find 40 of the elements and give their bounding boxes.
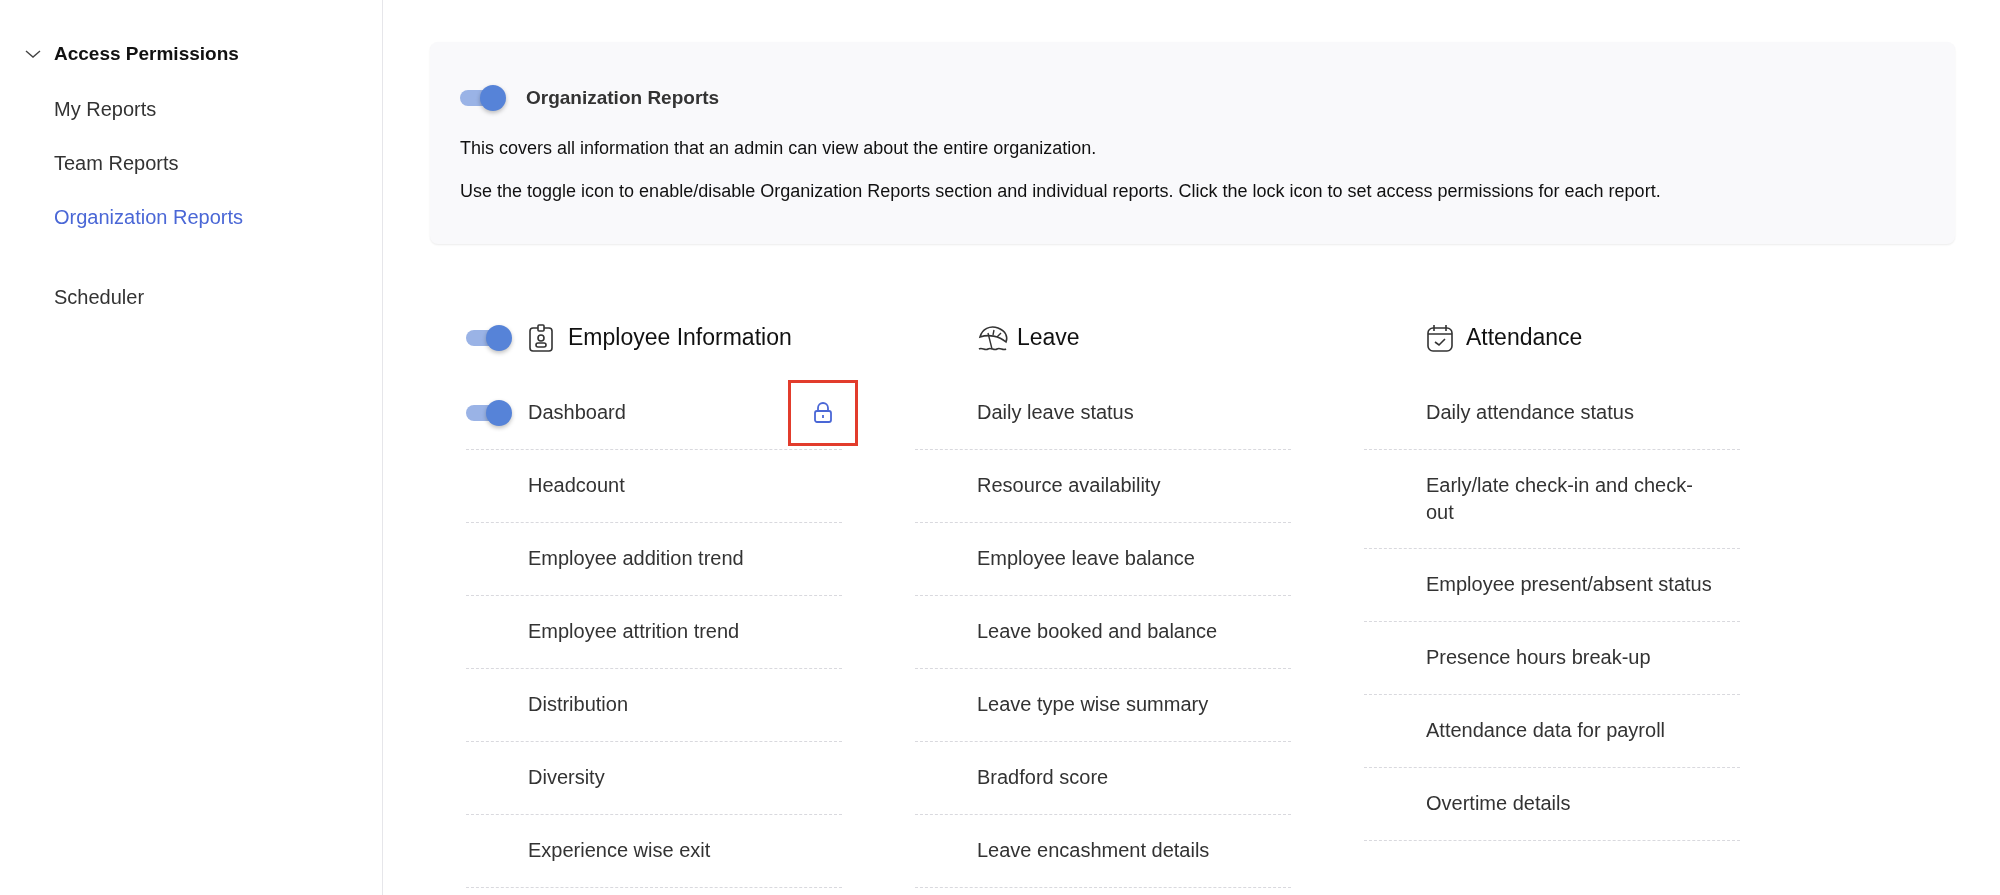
beach-umbrella-icon (977, 323, 1009, 352)
report-name: Employee leave balance (977, 546, 1196, 571)
description-text: Use the toggle icon to enable/disable Organization Reports section and individual reports. Click the lock icon to set access permissions for each report. (460, 179, 1662, 203)
sidebar-item[interactable]: My Reports (54, 94, 157, 122)
report-name: Bradford score (977, 765, 1110, 790)
calendar-check-icon (1426, 322, 1454, 353)
id-badge-icon (528, 322, 554, 353)
report-name: Experience wise exit (528, 838, 712, 863)
toggle-switch[interactable] (466, 324, 512, 351)
report-name: Employee present/absent status (1426, 572, 1713, 597)
sidebar-item[interactable]: Team Reports (54, 148, 179, 176)
card-title: Organization Reports (526, 86, 720, 110)
lock-icon (813, 401, 833, 424)
report-name: Leave type wise summary (977, 692, 1210, 717)
toggle-switch[interactable] (466, 399, 512, 426)
sidebar-item[interactable]: Organization Reports (54, 202, 243, 230)
report-name: Headcount (528, 473, 626, 498)
section-header[interactable]: Access Permissions (24, 40, 239, 68)
chevron-icon (24, 48, 42, 60)
section-title: Leave (1017, 323, 1080, 353)
report-name: Overtime details (1426, 791, 1572, 816)
report-name: Employee attrition trend (528, 619, 741, 644)
report-name: Dashboard (528, 400, 627, 425)
report-name: Leave encashment details (977, 838, 1211, 863)
report-name: Early/late check-in and check-out (1426, 472, 1694, 525)
report-name: Daily leave status (977, 400, 1135, 425)
report-name: Distribution (528, 692, 630, 717)
lock-button[interactable] (788, 379, 858, 446)
report-name: Employee addition trend (528, 546, 745, 571)
report-name: Attendance data for payroll (1426, 718, 1667, 743)
section-title: Employee Information (568, 323, 792, 353)
sidebar-item[interactable]: Scheduler (54, 282, 145, 310)
toggle-switch[interactable] (460, 85, 506, 112)
report-name: Resource availability (977, 473, 1162, 498)
description-text: This covers all information that an admin can view about the entire organization. (460, 136, 1098, 160)
report-name: Leave booked and balance (977, 619, 1219, 644)
report-name: Presence hours break-up (1426, 645, 1652, 670)
report-name: Daily attendance status (1426, 400, 1635, 425)
report-name: Diversity (528, 765, 606, 790)
section-title: Attendance (1466, 323, 1583, 353)
